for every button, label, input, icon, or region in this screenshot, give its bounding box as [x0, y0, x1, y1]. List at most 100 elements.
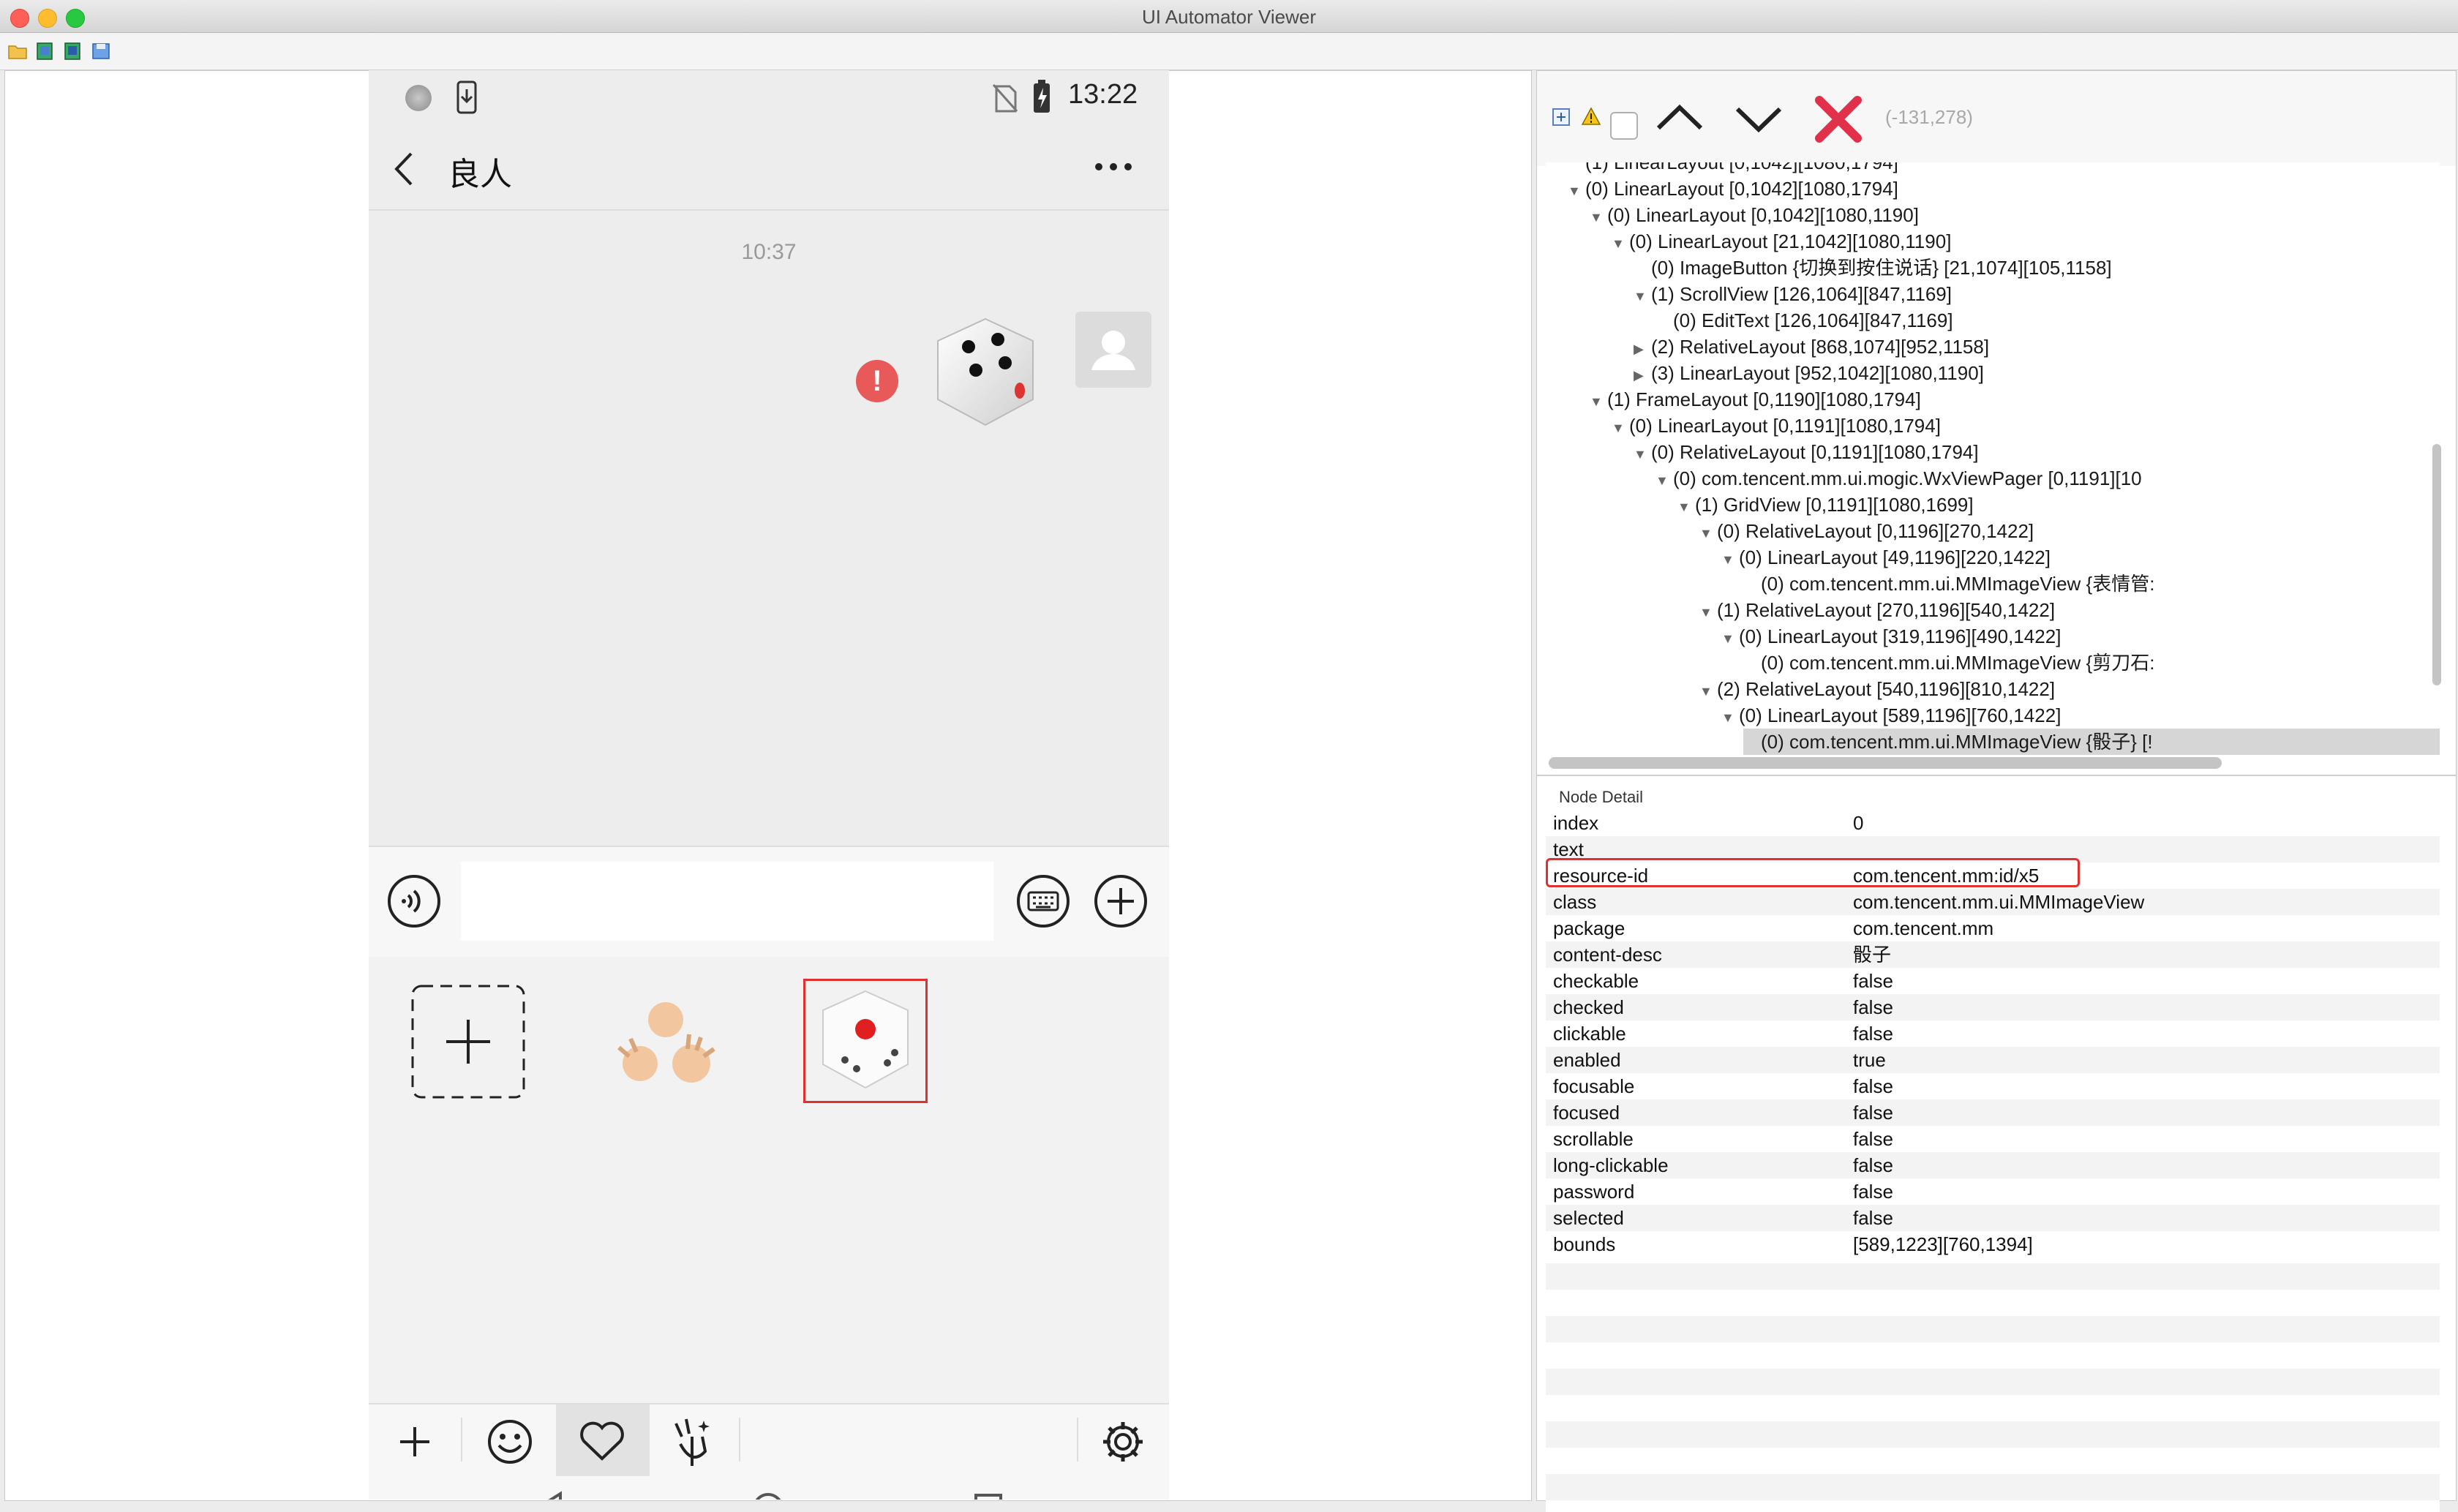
node-detail-row[interactable]: scrollable false: [1546, 1126, 2440, 1152]
tree-node[interactable]: ▼ (0) LinearLayout [0,1191][1080,1794]: [1612, 413, 2440, 439]
tree-node[interactable]: (0) com.tencent.mm.ui.MMImageView {表情管:: [1743, 571, 2440, 597]
add-plus-icon[interactable]: [1093, 873, 1149, 929]
tree-node[interactable]: ▶ (3) LinearLayout [952,1042][1080,1190]: [1634, 360, 2440, 386]
collapse-arrow-icon[interactable]: ▼: [1590, 388, 1607, 415]
collapse-arrow-icon[interactable]: ▼: [1699, 520, 1717, 546]
send-error-badge[interactable]: !: [856, 360, 898, 402]
tree-node[interactable]: (0) com.tencent.mm.ui.MMImageView {骰子} […: [1743, 729, 2440, 755]
tree-vertical-scrollbar[interactable]: [2432, 444, 2441, 685]
collapse-arrow-icon[interactable]: ▼: [1634, 441, 1651, 467]
tree-node[interactable]: ▼ (1) RelativeLayout [270,1196][540,1422]: [1699, 597, 2440, 623]
node-detail-value: false: [1853, 1207, 1893, 1229]
tree-node[interactable]: ▼ (0) LinearLayout [589,1196][760,1422]: [1721, 702, 2440, 729]
more-dots-icon[interactable]: [1093, 159, 1134, 174]
nav-home-icon[interactable]: [751, 1491, 786, 1500]
collapse-arrow-icon[interactable]: ▼: [1612, 230, 1629, 257]
node-detail-row[interactable]: index 0: [1546, 810, 2440, 836]
node-detail-row[interactable]: enabled true: [1546, 1047, 2440, 1073]
node-detail-row[interactable]: clickable false: [1546, 1020, 2440, 1047]
tree-node[interactable]: (1) LinearLayout [0,1042][1080,1794]: [1568, 162, 2440, 176]
chevron-up-icon[interactable]: [1654, 100, 1705, 132]
node-detail-row[interactable]: focusable false: [1546, 1073, 2440, 1099]
add-sticker-icon[interactable]: [410, 983, 527, 1100]
node-detail-row[interactable]: password false: [1546, 1178, 2440, 1205]
node-detail-row[interactable]: long-clickable false: [1546, 1152, 2440, 1178]
gesture-tab-icon[interactable]: [670, 1415, 714, 1467]
tree-node[interactable]: (0) com.tencent.mm.ui.MMImageView {剪刀石:: [1743, 650, 2440, 676]
tree-horizontal-scrollbar[interactable]: [1549, 757, 2222, 769]
collapse-arrow-icon[interactable]: ▼: [1699, 678, 1717, 704]
expand-arrow-icon[interactable]: ▶: [1634, 336, 1651, 362]
emoji-tab-icon[interactable]: [484, 1416, 535, 1467]
tree-node[interactable]: ▼ (0) LinearLayout [0,1042][1080,1794]: [1568, 176, 2440, 202]
expand-arrow-icon[interactable]: ▶: [1634, 362, 1651, 388]
device-screenshot-compressed-icon[interactable]: [63, 42, 83, 61]
node-detail-row[interactable]: class com.tencent.mm.ui.MMImageView: [1546, 889, 2440, 915]
collapse-arrow-icon[interactable]: ▼: [1721, 546, 1739, 573]
tree-node-label: (3) LinearLayout [952,1042][1080,1190]: [1651, 362, 1984, 384]
favorites-tab[interactable]: [556, 1404, 650, 1478]
user-avatar[interactable]: [1075, 312, 1151, 388]
settings-gear-icon[interactable]: [1100, 1419, 1146, 1464]
nav-back-icon[interactable]: [533, 1491, 565, 1500]
tree-node[interactable]: ▼ (0) LinearLayout [0,1042][1080,1190]: [1590, 202, 2440, 228]
tree-node[interactable]: ▼ (0) LinearLayout [49,1196][220,1422]: [1721, 544, 2440, 571]
collapse-arrow-icon[interactable]: ▼: [1568, 178, 1585, 204]
tree-node[interactable]: (0) ImageButton {切换到按住说话} [21,1074][105,…: [1634, 255, 2440, 281]
collapse-arrow-icon[interactable]: ▼: [1590, 204, 1607, 230]
collapse-arrow-icon[interactable]: ▼: [1699, 599, 1717, 625]
rock-paper-scissors-icon[interactable]: [607, 983, 724, 1100]
tree-node[interactable]: ▼ (0) LinearLayout [21,1042][1080,1190]: [1612, 228, 2440, 255]
keyboard-icon[interactable]: [1015, 873, 1071, 929]
tab-divider: [739, 1418, 740, 1462]
tree-node[interactable]: ▼ (1) ScrollView [126,1064][847,1169]: [1634, 281, 2440, 307]
dice-message-icon[interactable]: [923, 312, 1048, 436]
collapse-arrow-icon[interactable]: ▼: [1721, 625, 1739, 652]
open-folder-icon[interactable]: [7, 42, 28, 61]
status-time: 13:22: [1068, 79, 1138, 110]
node-detail-row[interactable]: selected false: [1546, 1205, 2440, 1231]
tree-node[interactable]: ▼ (0) com.tencent.mm.ui.mogic.WxViewPager…: [1655, 465, 2440, 492]
voice-toggle-icon[interactable]: [386, 873, 442, 929]
node-detail-row[interactable]: checked false: [1546, 994, 2440, 1020]
nav-recents-icon[interactable]: [973, 1492, 1004, 1500]
phone-screenshot[interactable]: 13:22 良人 10:37 !: [369, 70, 1169, 1500]
chevron-down-icon[interactable]: [1733, 103, 1784, 135]
warning-icon[interactable]: [1581, 106, 1601, 127]
back-arrow-icon[interactable]: [391, 149, 417, 189]
tree-node[interactable]: (0) EditText [126,1064][847,1169]: [1655, 307, 2440, 334]
node-detail-value: false: [1853, 970, 1893, 992]
tree-node[interactable]: ▼ (0) RelativeLayout [0,1196][270,1422]: [1699, 518, 2440, 544]
collapse-arrow-icon[interactable]: ▼: [1677, 494, 1695, 520]
node-detail-value: true: [1853, 1049, 1886, 1071]
device-screenshot-icon[interactable]: [35, 42, 56, 61]
input-bar: [369, 846, 1169, 958]
collapse-arrow-icon[interactable]: ▼: [1612, 415, 1629, 441]
collapse-arrow-icon[interactable]: ▼: [1721, 704, 1739, 731]
expand-all-icon[interactable]: [1552, 108, 1571, 127]
node-detail-row[interactable]: checkable false: [1546, 968, 2440, 994]
tree-node[interactable]: ▼ (1) FrameLayout [0,1190][1080,1794]: [1590, 386, 2440, 413]
tree-node[interactable]: ▼ (1) GridView [0,1191][1080,1699]: [1677, 492, 2440, 518]
status-bar: 13:22: [369, 70, 1169, 129]
save-icon[interactable]: [91, 42, 111, 61]
add-tab-icon[interactable]: [396, 1423, 433, 1460]
node-detail-row[interactable]: content-desc 骰子: [1546, 941, 2440, 968]
collapse-arrow-icon[interactable]: ▼: [1634, 283, 1651, 309]
node-detail-row[interactable]: bounds [589,1223][760,1394]: [1546, 1231, 2440, 1257]
node-detail-key: long-clickable: [1553, 1154, 1669, 1176]
tree-node[interactable]: ▼ (0) LinearLayout [319,1196][490,1422]: [1721, 623, 2440, 650]
collapse-arrow-icon[interactable]: ▼: [1655, 467, 1673, 494]
close-x-icon[interactable]: [1814, 94, 1863, 144]
hierarchy-tree[interactable]: (1) LinearLayout [0,1042][1080,1794] ▼ (0)…: [1546, 162, 2440, 762]
node-detail-row[interactable]: package com.tencent.mm: [1546, 915, 2440, 941]
node-detail-row[interactable]: focused false: [1546, 1099, 2440, 1126]
sticker-tab-bar: [369, 1403, 1169, 1478]
tree-node[interactable]: ▶ (2) RelativeLayout [868,1074][952,1158]: [1634, 334, 2440, 360]
toggle-checkbox[interactable]: [1610, 112, 1638, 140]
tree-node[interactable]: ▼ (0) RelativeLayout [0,1191][1080,1794]: [1634, 439, 2440, 465]
dice-sticker-icon[interactable]: [805, 981, 925, 1101]
tree-node[interactable]: ▼ (2) RelativeLayout [540,1196][810,1422]: [1699, 676, 2440, 702]
message-input[interactable]: [461, 862, 993, 941]
selected-node-highlight[interactable]: [803, 979, 928, 1103]
